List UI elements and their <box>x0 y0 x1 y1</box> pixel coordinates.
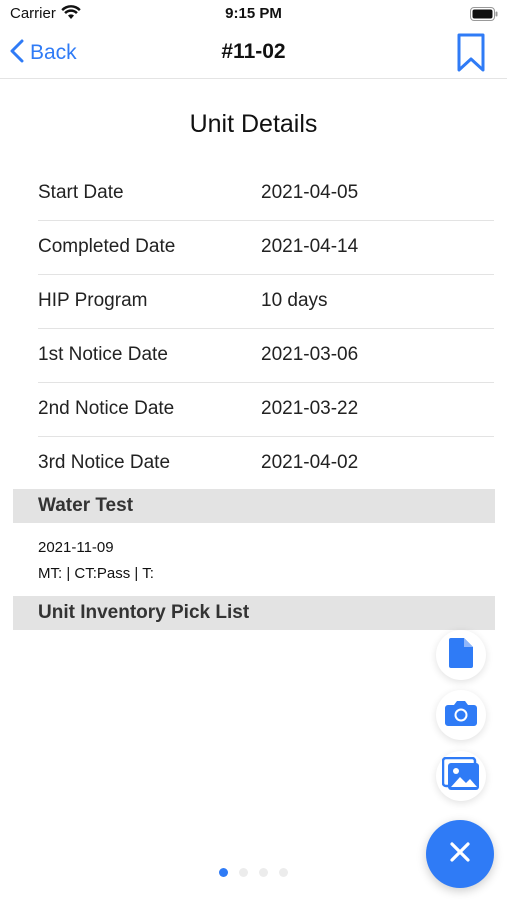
detail-value: 2021-04-02 <box>261 452 359 473</box>
water-test-result: MT: | CT:Pass | T: <box>38 565 154 582</box>
page-dot[interactable] <box>259 868 268 877</box>
take-photo-button[interactable] <box>436 690 486 740</box>
unit-details-list: Start Date 2021-04-05 Completed Date 202… <box>38 167 494 490</box>
bookmark-icon <box>455 33 487 78</box>
water-test-header-label: Water Test <box>38 495 134 516</box>
navigation-bar: Back #11-02 <box>0 28 507 79</box>
detail-row-2nd-notice: 2nd Notice Date 2021-03-22 <box>38 383 494 437</box>
detail-value: 2021-04-05 <box>261 182 359 203</box>
page-dot[interactable] <box>279 868 288 877</box>
unit-details-title: Unit Details <box>189 110 318 138</box>
battery-icon <box>470 7 498 26</box>
detail-row-start-date: Start Date 2021-04-05 <box>38 167 494 221</box>
detail-row-completed-date: Completed Date 2021-04-14 <box>38 221 494 275</box>
page-title: #11-02 <box>221 40 286 63</box>
close-icon <box>449 841 471 868</box>
detail-value: 10 days <box>261 290 328 311</box>
photo-gallery-button[interactable] <box>436 751 486 801</box>
detail-label: Completed Date <box>38 236 176 257</box>
clock: 9:15 PM <box>225 5 282 22</box>
detail-label: 3rd Notice Date <box>38 452 171 473</box>
document-icon <box>448 637 474 674</box>
photo-gallery-icon <box>441 756 480 796</box>
page-indicator[interactable] <box>219 868 299 878</box>
detail-value: 2021-04-14 <box>261 236 359 257</box>
detail-label: 1st Notice Date <box>38 344 168 365</box>
detail-row-3rd-notice: 3rd Notice Date 2021-04-02 <box>38 437 494 490</box>
water-test-header: Water Test <box>13 489 495 523</box>
detail-row-hip-program: HIP Program 10 days <box>38 275 494 329</box>
page-dot[interactable] <box>239 868 248 877</box>
camera-icon <box>444 699 478 732</box>
detail-value: 2021-03-06 <box>261 344 359 365</box>
detail-label: HIP Program <box>38 290 148 311</box>
detail-label: Start Date <box>38 182 124 203</box>
inventory-pick-list-header: Unit Inventory Pick List <box>13 596 495 630</box>
detail-row-1st-notice: 1st Notice Date 2021-03-06 <box>38 329 494 383</box>
bookmark-button[interactable] <box>455 32 487 79</box>
detail-value: 2021-03-22 <box>261 398 359 419</box>
status-bar: Carrier 9:15 PM <box>0 0 507 28</box>
close-actions-button[interactable] <box>426 820 494 888</box>
page-dot[interactable] <box>219 868 228 877</box>
water-test-date: 2021-11-09 <box>38 539 114 556</box>
inventory-pick-list-header-label: Unit Inventory Pick List <box>38 602 250 623</box>
add-document-button[interactable] <box>436 630 486 680</box>
detail-label: 2nd Notice Date <box>38 398 175 419</box>
